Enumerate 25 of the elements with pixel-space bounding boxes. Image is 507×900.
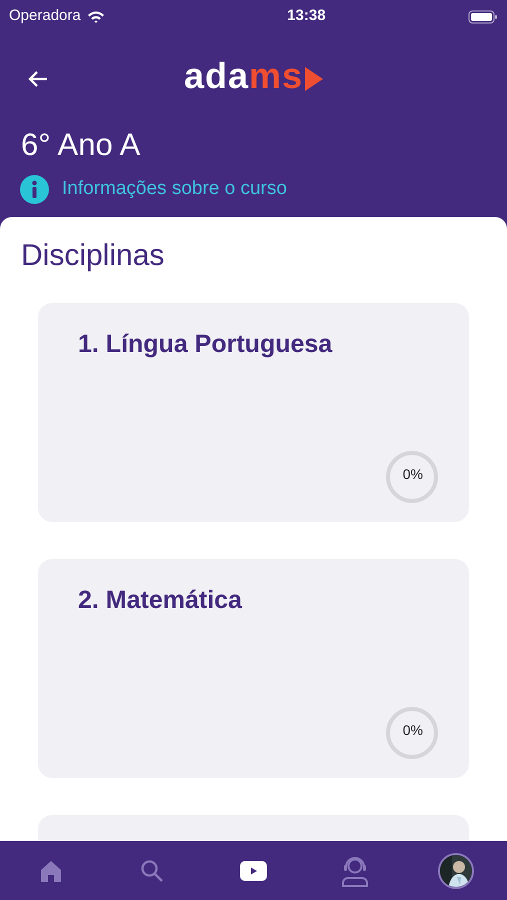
subject-name: 1. Língua Portuguesa — [78, 329, 332, 360]
wifi-icon — [86, 10, 105, 24]
section-title: Disciplinas — [20, 238, 166, 271]
carrier-name: Operadora — [9, 6, 81, 26]
progress-percent: 0% — [402, 465, 423, 484]
home-icon[interactable] — [40, 860, 62, 882]
logo-text: ms — [249, 58, 304, 94]
clock-time: 13:38 — [287, 6, 326, 26]
battery-icon — [468, 10, 498, 24]
back-arrow-icon[interactable] — [27, 70, 49, 88]
progress-ring — [385, 706, 439, 760]
progress-percent: 0% — [402, 721, 423, 740]
class-title: 6° Ano A — [20, 129, 142, 160]
logo-text: ada — [184, 58, 249, 94]
headset-person-icon[interactable] — [340, 854, 370, 886]
subject-card[interactable]: 1. Língua Portuguesa 0% — [38, 303, 469, 522]
search-icon[interactable] — [140, 858, 164, 882]
progress-ring — [385, 450, 439, 504]
play-video-icon[interactable] — [240, 860, 267, 880]
subject-card[interactable]: 2. Matemática 0% — [38, 559, 469, 778]
info-icon — [20, 174, 49, 204]
subject-name: 2. Matemática — [78, 585, 242, 616]
profile-avatar[interactable] — [438, 852, 474, 888]
course-info-link[interactable]: Informações sobre o curso — [62, 174, 287, 204]
play-triangle-icon — [305, 67, 324, 91]
